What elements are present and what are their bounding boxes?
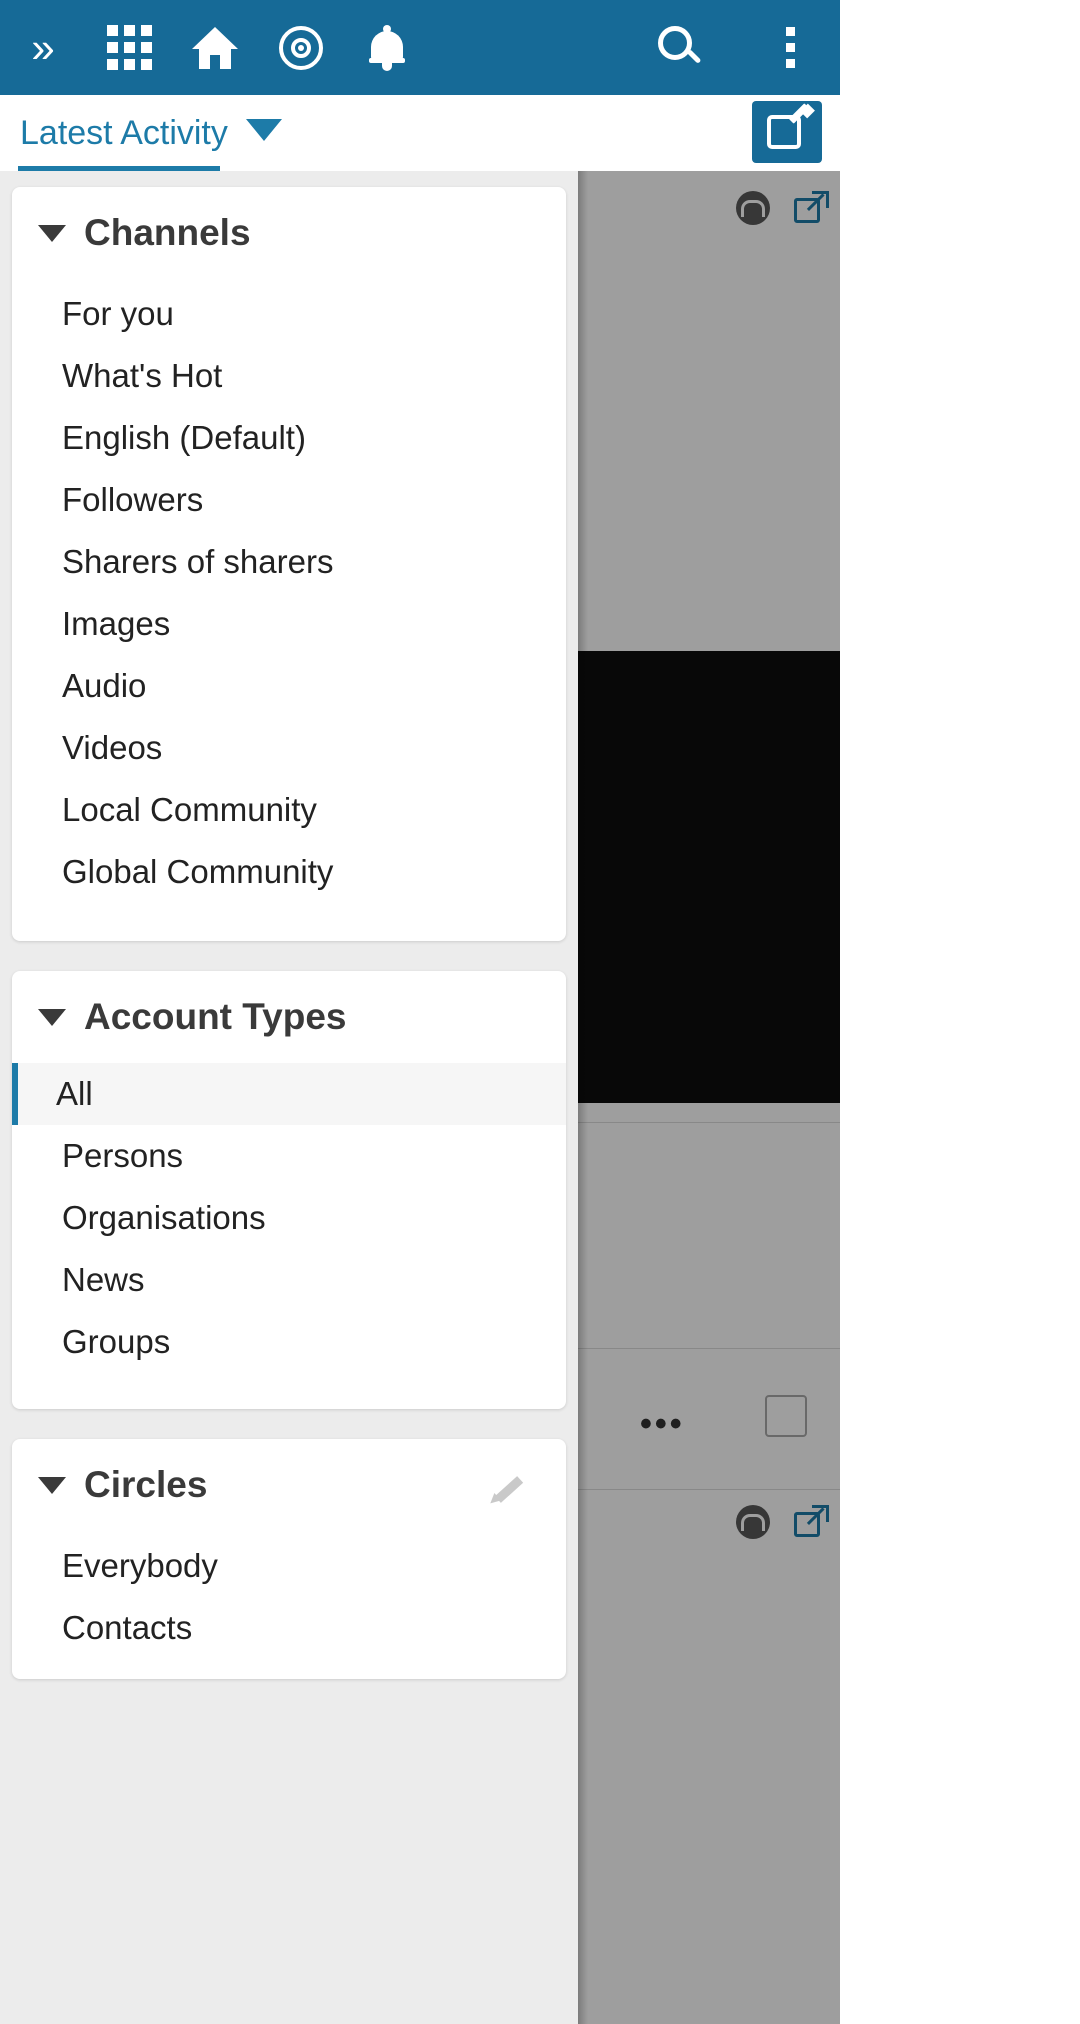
top-navbar: »: [0, 0, 840, 95]
circles-list: Everybody Contacts: [12, 1531, 566, 1679]
expand-chevrons-icon[interactable]: »: [0, 0, 86, 95]
account-type-item-all[interactable]: All: [12, 1063, 566, 1125]
item-label: All: [56, 1075, 93, 1113]
search-glyph: [658, 26, 702, 70]
item-label: News: [62, 1261, 145, 1299]
app-root: d maintained by millions of people. ork …: [0, 0, 1080, 2024]
panel-channels: Channels For you What's Hot English (Def…: [12, 187, 566, 941]
bell-icon[interactable]: [344, 0, 430, 95]
navbar-left-group: »: [0, 0, 430, 95]
right-gutter: [840, 0, 1080, 2024]
home-icon[interactable]: [172, 0, 258, 95]
panel-account-types-title: Account Types: [84, 996, 346, 1038]
item-label: Videos: [62, 729, 162, 767]
channel-item-videos[interactable]: Videos: [12, 717, 566, 779]
account-type-item-news[interactable]: News: [12, 1249, 566, 1311]
circle-item-everybody[interactable]: Everybody: [12, 1535, 566, 1597]
channel-item-local-community[interactable]: Local Community: [12, 779, 566, 841]
item-label: What's Hot: [62, 357, 222, 395]
navigation-drawer: Channels For you What's Hot English (Def…: [0, 171, 578, 2024]
panel-account-types-header[interactable]: Account Types: [12, 971, 566, 1063]
channel-item-for-you[interactable]: For you: [12, 283, 566, 345]
item-label: Everybody: [62, 1547, 218, 1585]
item-label: Images: [62, 605, 170, 643]
tab-bar: Latest Activity: [0, 95, 840, 171]
panel-circles: Circles Everybody Contacts: [12, 1439, 566, 1679]
compose-edit-icon: [767, 113, 807, 151]
account-type-item-persons[interactable]: Persons: [12, 1125, 566, 1187]
chevrons-right-glyph: »: [31, 27, 54, 69]
item-label: Sharers of sharers: [62, 543, 333, 581]
grid-glyph: [107, 25, 152, 70]
kebab-glyph: [786, 27, 795, 68]
channel-item-whats-hot[interactable]: What's Hot: [12, 345, 566, 407]
chevron-down-icon[interactable]: [246, 119, 282, 141]
tab-latest-activity-label: Latest Activity: [20, 114, 228, 153]
compose-button[interactable]: [752, 101, 822, 163]
kebab-menu-icon[interactable]: [740, 0, 840, 95]
panel-channels-title: Channels: [84, 212, 251, 254]
channel-item-english-default[interactable]: English (Default): [12, 407, 566, 469]
item-label: Groups: [62, 1323, 170, 1361]
item-label: English (Default): [62, 419, 306, 457]
item-label: Followers: [62, 481, 203, 519]
pencil-edit-icon[interactable]: [488, 1473, 524, 1507]
channel-item-images[interactable]: Images: [12, 593, 566, 655]
drawer-edge-shadow: [578, 171, 588, 2024]
item-label: Audio: [62, 667, 146, 705]
item-label: Global Community: [62, 853, 333, 891]
channel-item-global-community[interactable]: Global Community: [12, 841, 566, 903]
apps-grid-icon[interactable]: [86, 0, 172, 95]
home-glyph: [192, 27, 238, 69]
account-type-item-organisations[interactable]: Organisations: [12, 1187, 566, 1249]
panel-channels-header[interactable]: Channels: [12, 187, 566, 279]
search-icon[interactable]: [620, 0, 740, 95]
item-label: For you: [62, 295, 174, 333]
item-label: Organisations: [62, 1199, 266, 1237]
caret-down-icon[interactable]: [38, 225, 66, 242]
channel-item-followers[interactable]: Followers: [12, 469, 566, 531]
channels-list: For you What's Hot English (Default) Fol…: [12, 279, 566, 941]
panel-circles-title: Circles: [84, 1464, 207, 1506]
target-glyph: [279, 26, 323, 70]
bell-glyph: [367, 25, 407, 71]
circle-item-contacts[interactable]: Contacts: [12, 1597, 566, 1659]
item-label: Local Community: [62, 791, 317, 829]
item-label: Persons: [62, 1137, 183, 1175]
caret-down-icon[interactable]: [38, 1477, 66, 1494]
panel-circles-header[interactable]: Circles: [12, 1439, 566, 1531]
panel-account-types: Account Types All Persons Organisations …: [12, 971, 566, 1409]
item-label: Contacts: [62, 1609, 192, 1647]
account-types-list: All Persons Organisations News Groups: [12, 1063, 566, 1409]
channel-item-sharers-of-sharers[interactable]: Sharers of sharers: [12, 531, 566, 593]
caret-down-icon[interactable]: [38, 1009, 66, 1026]
account-type-item-groups[interactable]: Groups: [12, 1311, 566, 1373]
channel-item-audio[interactable]: Audio: [12, 655, 566, 717]
target-icon[interactable]: [258, 0, 344, 95]
tab-latest-activity[interactable]: Latest Activity: [20, 95, 228, 171]
